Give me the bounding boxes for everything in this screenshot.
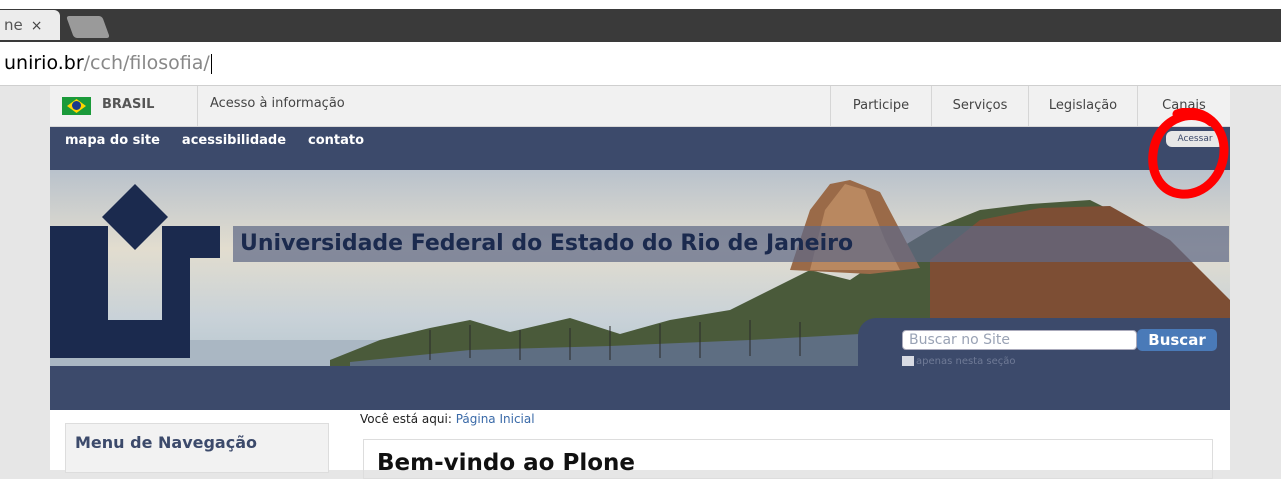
browser-tab[interactable]: ne × <box>0 10 60 40</box>
text-caret <box>210 53 212 74</box>
breadcrumb: Você está aqui: Página Inicial <box>360 412 535 426</box>
tab-title: ne <box>4 16 23 34</box>
gov-link-participe[interactable]: Participe <box>830 86 931 126</box>
breadcrumb-home-link[interactable]: Página Inicial <box>456 412 535 426</box>
welcome-panel: Bem-vindo ao Plone <box>363 439 1213 479</box>
brazil-flag-icon <box>62 97 91 115</box>
site-title: Universidade Federal do Estado do Rio de… <box>240 231 854 256</box>
red-circle-annotation <box>1148 108 1229 199</box>
gov-link-servicos[interactable]: Serviços <box>931 86 1028 126</box>
new-tab-button[interactable] <box>65 16 111 38</box>
gov-brasil-link[interactable]: BRASIL <box>50 86 198 126</box>
acesso-informacao-link[interactable]: Acesso à informação <box>210 96 345 111</box>
header-banner: Universidade Federal do Estado do Rio de… <box>50 170 1230 366</box>
content-area: Você está aqui: Página Inicial Menu de N… <box>50 410 1230 479</box>
accessibility-link[interactable]: acessibilidade <box>182 133 286 148</box>
web-page: BRASIL Acesso à informação Participe Ser… <box>0 86 1281 479</box>
window-top-strip <box>0 0 1281 9</box>
section-only-label: apenas nesta seção <box>916 356 1016 366</box>
browser-tab-bar: ne × <box>0 9 1281 42</box>
sitemap-link[interactable]: mapa do site <box>65 133 160 148</box>
search-box: Buscar no Site Buscar apenas nesta seção <box>858 318 1230 366</box>
navigation-menu-title: Menu de Navegação <box>75 433 257 452</box>
site-actions: mapa do site acessibilidade contato <box>65 133 386 148</box>
site-header: mapa do site acessibilidade contato Acessa… <box>50 127 1230 410</box>
contact-link[interactable]: contato <box>308 133 364 148</box>
section-only-checkbox[interactable] <box>902 356 914 366</box>
brasil-label: BRASIL <box>102 97 155 112</box>
navigation-menu: Menu de Navegação <box>65 423 329 473</box>
welcome-title: Bem-vindo ao Plone <box>377 450 636 476</box>
breadcrumb-prefix: Você está aqui: <box>360 412 452 426</box>
search-input[interactable]: Buscar no Site <box>902 330 1137 350</box>
url-domain: unirio.br <box>4 52 84 74</box>
gov-link-legislacao[interactable]: Legislação <box>1028 86 1137 126</box>
url-text[interactable]: unirio.br/cch/filosofia/ <box>4 52 212 74</box>
gov-bar: BRASIL Acesso à informação Participe Ser… <box>50 86 1230 127</box>
address-bar[interactable]: unirio.br/cch/filosofia/ <box>0 42 1281 86</box>
url-path: /cch/filosofia/ <box>83 52 210 74</box>
tab-close-icon[interactable]: × <box>31 18 43 34</box>
search-button[interactable]: Buscar <box>1137 329 1217 351</box>
